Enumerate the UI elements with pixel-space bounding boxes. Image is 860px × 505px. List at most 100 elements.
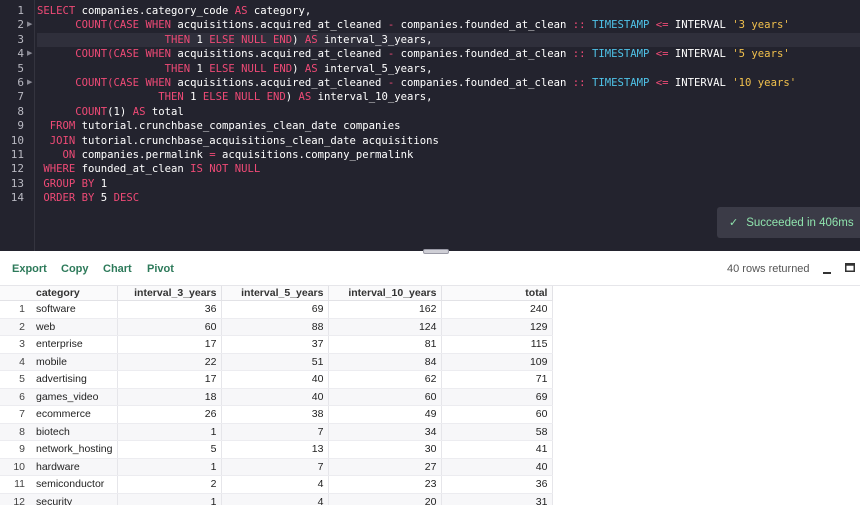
code-token: COUNT(CASE WHEN bbox=[75, 19, 171, 32]
table-cell: 40 bbox=[221, 370, 330, 389]
table-cell: 1 bbox=[117, 458, 223, 476]
table-row[interactable]: 7 ecommerce 26 38 49 60 bbox=[0, 405, 554, 424]
table-cell: security bbox=[31, 493, 119, 505]
line-number: 12 bbox=[10, 162, 24, 176]
results-toolbar: Export Copy Chart Pivot 40 rows returned bbox=[0, 254, 860, 286]
line-number: 4 bbox=[17, 47, 24, 61]
check-icon: ✓ bbox=[729, 217, 739, 229]
row-index: 6 bbox=[0, 388, 31, 406]
table-row[interactable]: 12 security 1 4 20 31 bbox=[0, 493, 554, 505]
table-row[interactable]: 11 semiconductor 2 4 23 36 bbox=[0, 475, 554, 494]
line-number: 14 bbox=[10, 191, 24, 205]
table-cell: 1 bbox=[117, 493, 223, 505]
table-cell: 4 bbox=[221, 475, 330, 494]
table-cell: 40 bbox=[221, 388, 330, 406]
maximize-icon[interactable] bbox=[845, 263, 855, 272]
table-cell: ecommerce bbox=[31, 405, 119, 424]
code-token: AS bbox=[304, 62, 318, 75]
minimize-icon[interactable] bbox=[823, 267, 831, 275]
code-line: FROM tutorial.crunchbase_companies_clean… bbox=[37, 119, 401, 133]
chart-button[interactable]: Chart bbox=[103, 263, 132, 275]
column-header-total[interactable]: total bbox=[441, 286, 554, 301]
line-number: 7 bbox=[17, 90, 24, 104]
code-token: :: bbox=[572, 77, 586, 89]
code-token: TIMESTAMP bbox=[591, 77, 650, 89]
pivot-button[interactable]: Pivot bbox=[147, 263, 174, 275]
table-cell: 22 bbox=[117, 353, 223, 371]
export-button[interactable]: Export bbox=[12, 263, 47, 275]
code-line: SELECT companies.category_code AS catego… bbox=[37, 4, 311, 18]
table-cell: 51 bbox=[221, 353, 330, 371]
code-token: THEN bbox=[158, 91, 184, 104]
table-row[interactable]: 2 web 60 88 124 129 bbox=[0, 318, 554, 336]
table-row[interactable]: 3 enterprise 17 37 81 115 bbox=[0, 335, 554, 354]
code-token: acquisitions.acquired_at_cleaned bbox=[170, 19, 388, 32]
table-cell: 5 bbox=[117, 440, 223, 459]
line-number: 5 bbox=[17, 61, 24, 75]
code-line: WHERE founded_at_clean IS NOT NULL bbox=[37, 162, 260, 176]
code-token: companies.founded_at_clean bbox=[394, 48, 573, 61]
code-token: '10 years' bbox=[732, 77, 797, 89]
table-row[interactable]: 10 hardware 1 7 27 40 bbox=[0, 458, 554, 476]
code-line: COUNT(CASE WHEN acquisitions.acquired_at… bbox=[37, 47, 789, 61]
code-token: INTERVAL bbox=[668, 77, 733, 89]
column-header-category[interactable]: category bbox=[31, 286, 119, 301]
table-cell: biotech bbox=[31, 423, 119, 441]
table-header-row: category interval_3_years interval_5_years… bbox=[0, 286, 554, 301]
code-token: total bbox=[145, 105, 184, 118]
code-line: THEN 1 ELSE NULL END) AS interval_10_yea… bbox=[37, 90, 432, 104]
code-token: acquisitions.company_permalink bbox=[215, 149, 414, 161]
row-index: 11 bbox=[0, 475, 31, 494]
code-token: JOIN bbox=[49, 134, 76, 147]
table-row[interactable]: 1 software 36 69 162 240 bbox=[0, 300, 554, 319]
table-cell: 60 bbox=[117, 318, 223, 336]
results-table: category interval_3_years interval_5_years… bbox=[0, 286, 554, 505]
table-cell: 62 bbox=[328, 370, 443, 389]
code-line: COUNT(1) AS total bbox=[37, 105, 184, 119]
code-token: ELSE NULL END bbox=[209, 33, 293, 46]
fold-arrow-icon[interactable]: ▶ bbox=[27, 47, 35, 61]
row-index: 5 bbox=[0, 370, 31, 389]
sql-editor[interactable]: 1 2 ▶ 3 4 ▶ 5 6 ▶ 7 8 9 10 11 12 13 14 SELECT companies.… bbox=[0, 0, 860, 251]
code-token: interval_10_years, bbox=[311, 91, 433, 104]
table-row[interactable]: 6 games_video 18 40 60 69 bbox=[0, 388, 554, 406]
row-index: 7 bbox=[0, 405, 31, 424]
code-line: JOIN tutorial.crunchbase_acquisitions_cl… bbox=[37, 134, 439, 148]
code-line: COUNT(CASE WHEN acquisitions.acquired_at… bbox=[37, 18, 789, 32]
code-token: AS bbox=[304, 33, 318, 46]
column-header-interval-10-years[interactable]: interval_10_years bbox=[328, 286, 443, 301]
code-token: WHERE bbox=[43, 163, 76, 176]
table-cell: 7 bbox=[221, 423, 330, 441]
line-number: 10 bbox=[10, 133, 24, 147]
table-row[interactable]: 8 biotech 1 7 34 58 bbox=[0, 423, 554, 441]
code-token: FROM bbox=[49, 120, 76, 133]
table-cell: semiconductor bbox=[31, 475, 119, 494]
code-token: COUNT bbox=[75, 105, 108, 118]
fold-arrow-icon[interactable]: ▶ bbox=[27, 76, 35, 90]
table-cell: 88 bbox=[221, 318, 330, 336]
code-token: acquisitions.acquired_at_cleaned bbox=[170, 48, 388, 61]
table-row[interactable]: 5 advertising 17 40 62 71 bbox=[0, 370, 554, 389]
table-row[interactable]: 9 network_hosting 5 13 30 41 bbox=[0, 440, 554, 459]
column-header-interval-3-years[interactable]: interval_3_years bbox=[117, 286, 223, 301]
fold-arrow-icon[interactable]: ▶ bbox=[27, 18, 35, 32]
code-token: COUNT(CASE WHEN bbox=[75, 48, 171, 61]
table-cell: 60 bbox=[441, 405, 554, 424]
code-token: AS bbox=[234, 5, 248, 17]
column-header-interval-5-years[interactable]: interval_5_years bbox=[221, 286, 330, 301]
table-cell: 38 bbox=[221, 405, 330, 424]
line-number: 1 bbox=[17, 4, 24, 17]
code-token: ON bbox=[62, 149, 76, 161]
code-token: GROUP BY bbox=[43, 177, 95, 190]
code-token: interval_3_years, bbox=[317, 33, 433, 46]
table-cell: 81 bbox=[328, 335, 443, 354]
code-token: (1) bbox=[107, 105, 133, 118]
copy-button[interactable]: Copy bbox=[61, 263, 89, 275]
table-row[interactable]: 4 mobile 22 51 84 109 bbox=[0, 353, 554, 371]
results-table-container[interactable]: category interval_3_years interval_5_years… bbox=[0, 286, 860, 505]
